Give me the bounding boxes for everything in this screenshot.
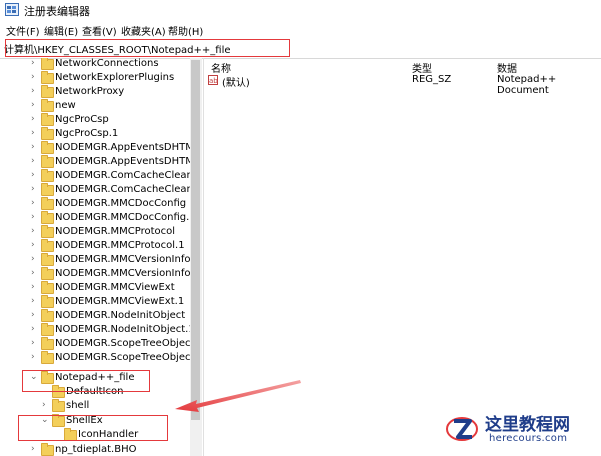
watermark: 这里教程网 herecours.com <box>445 410 595 450</box>
watermark-name: 这里教程网 <box>485 415 570 435</box>
watermark-logo-icon <box>446 417 478 441</box>
annotation-arrow-icon <box>175 380 301 412</box>
watermark-url: herecours.com <box>489 433 568 444</box>
